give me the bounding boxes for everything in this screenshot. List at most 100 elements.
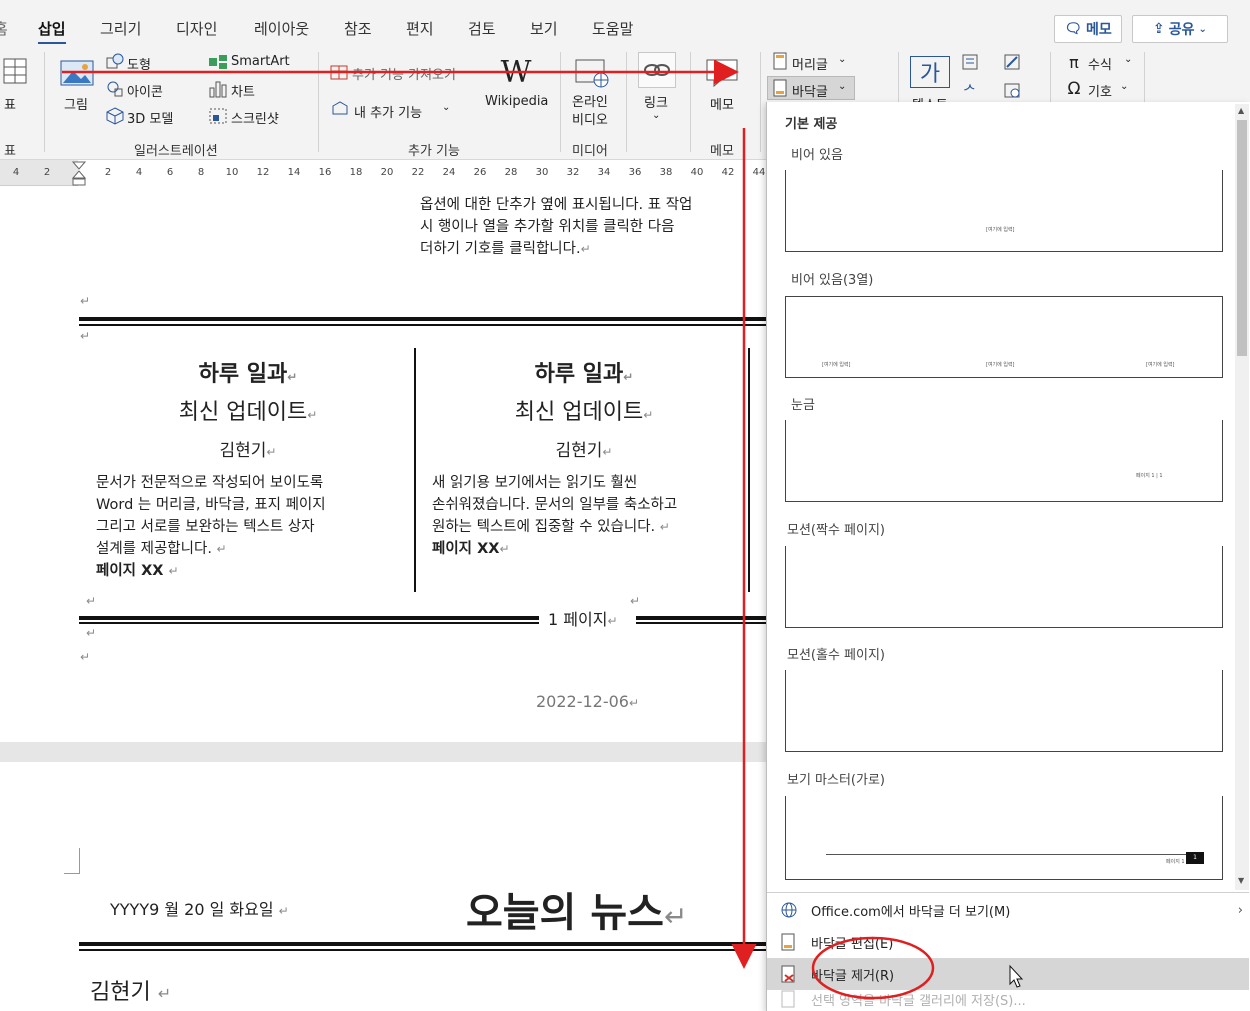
remove-footer[interactable]: 바닥글 제거(R) (767, 958, 1249, 990)
wordart-icon[interactable]: ᄼ (960, 80, 980, 101)
gallery-item-blank-3col[interactable]: [여기에 입력] [여기에 입력] [여기에 입력] (785, 296, 1223, 378)
gallery-item-label: 비어 있음(3열) (791, 273, 874, 288)
document-page[interactable]: 옵션에 대한 단추가 옆에 표시됩니다. 표 작업 시 행이나 열을 추가할 위… (0, 186, 766, 742)
header-rule (79, 942, 766, 946)
quick-parts-icon[interactable] (960, 52, 980, 72)
symbol-button[interactable]: 기호 (1088, 81, 1112, 100)
edit-footer[interactable]: 바닥글 편집(E) (767, 926, 1249, 958)
ruler-tick-label: 42 (721, 167, 735, 178)
chevron-down-icon[interactable]: ⌄ (1124, 54, 1132, 65)
ruler-tick-label: 6 (166, 167, 174, 178)
column-divider (414, 348, 416, 592)
chevron-right-icon: › (1237, 902, 1243, 918)
3d-models-button[interactable]: 3D 모델 (127, 108, 173, 127)
gallery-item-blank[interactable]: [여기에 입력] (785, 170, 1223, 252)
shapes-button[interactable]: 도형 (127, 54, 151, 73)
gallery-item-motion-odd[interactable] (785, 670, 1223, 752)
wikipedia-icon[interactable]: W (496, 55, 536, 90)
tab-layout[interactable]: 레이아웃 (254, 18, 309, 39)
tab-review[interactable]: 검토 (468, 18, 496, 39)
page-number-rule-left (79, 616, 539, 620)
tab-help[interactable]: 도움말 (592, 18, 633, 39)
wikipedia-button[interactable]: Wikipedia (485, 94, 548, 109)
my-addins-icon[interactable] (330, 100, 350, 118)
ruler-tick-label: 14 (287, 167, 301, 178)
picture-button-label: 그림 (64, 98, 88, 113)
chevron-down-icon[interactable]: ⌄ (652, 110, 660, 121)
shapes-icon[interactable] (106, 53, 124, 71)
page-number: 1 페이지 (548, 610, 608, 629)
save-gallery-icon (767, 990, 811, 1008)
tab-view[interactable]: 보기 (530, 18, 558, 39)
column-title: 하루 일과 (198, 362, 288, 387)
get-addins-button[interactable]: 추가 기능 가져오기 (352, 64, 456, 83)
gallery-item-view-master[interactable]: 페이지 1 | 1 1 (785, 796, 1223, 880)
scrollbar-thumb[interactable] (1237, 120, 1247, 356)
table-icon[interactable] (2, 56, 28, 86)
date-time-icon[interactable] (1002, 80, 1022, 100)
picture-icon[interactable] (58, 56, 96, 90)
tab-draw[interactable]: 그리기 (100, 18, 141, 39)
column-subtitle: 최신 업데이트 (514, 400, 644, 425)
new-comment-icon[interactable] (702, 56, 742, 88)
tab-design[interactable]: 디자인 (176, 18, 217, 39)
share-icon: ⇪ (1153, 21, 1165, 37)
body-line: 문서가 전문적으로 작성되어 보이도록 (96, 475, 324, 491)
tab-partial[interactable]: 홈 (0, 18, 8, 39)
chevron-down-icon[interactable]: ⌄ (838, 54, 846, 65)
page-number-rule-right (636, 622, 766, 624)
gallery-scrollbar[interactable]: ▲ ▼ (1235, 104, 1249, 890)
online-video-icon[interactable] (572, 56, 612, 88)
column-author: 김현기 (219, 441, 267, 461)
chevron-down-icon[interactable]: ⌄ (442, 102, 450, 113)
scroll-down-icon[interactable]: ▼ (1238, 876, 1244, 885)
screenshot-icon[interactable] (208, 107, 228, 125)
cube-icon[interactable] (106, 107, 124, 125)
textbox-icon[interactable]: 가 (910, 56, 950, 88)
link-icon[interactable] (638, 52, 676, 88)
chart-icon[interactable] (208, 80, 228, 98)
indent-marker-icon[interactable] (72, 160, 86, 186)
tab-insert[interactable]: 삽입 (38, 18, 66, 45)
footer-gallery-dropdown[interactable]: 기본 제공 비어 있음 [여기에 입력] 비어 있음(3열) [여기에 입력] … (766, 102, 1250, 1011)
header-button[interactable]: 머리글 (792, 54, 828, 73)
smartart-button[interactable]: SmartArt (231, 54, 290, 69)
gallery-item-motion-even[interactable] (785, 546, 1223, 628)
header-date: YYYY9 월 20 일 화요일 (110, 900, 274, 919)
ruler-tick-label: 2 (43, 167, 51, 178)
scroll-up-icon[interactable]: ▲ (1238, 106, 1244, 115)
share-button[interactable]: ⇪ 공유 ⌄ (1132, 15, 1228, 43)
smartart-icon[interactable] (208, 53, 228, 71)
chevron-down-icon[interactable]: ⌄ (1120, 81, 1128, 92)
link-button[interactable]: 링크 (644, 92, 668, 111)
tab-mailings[interactable]: 편지 (406, 18, 434, 39)
omega-icon[interactable]: Ω (1064, 79, 1084, 99)
chart-button[interactable]: 차트 (231, 81, 255, 100)
screenshot-button[interactable]: 스크린샷 (231, 108, 279, 127)
save-selection-to-gallery[interactable]: 선택 영역을 바닥글 갤러리에 저장(S)... (767, 990, 1249, 1011)
equation-icon[interactable]: π (1064, 52, 1084, 72)
ruler-tick-label: 10 (225, 167, 239, 178)
new-comment-button[interactable]: 메모 (710, 94, 734, 113)
online-video-button[interactable]: 온라인 비디오 (572, 94, 608, 130)
paragraph-mark: ↵ (630, 594, 641, 608)
signature-icon[interactable] (1002, 52, 1022, 72)
tab-references[interactable]: 참조 (344, 18, 372, 39)
comments-button[interactable]: 🗨 메모 (1054, 15, 1122, 43)
footer-column-2-body: 새 읽기용 보기에서는 읽기도 훨씬 손쉬워졌습니다. 문서의 일부를 축소하고… (432, 472, 677, 560)
icons-button[interactable]: 아이콘 (127, 81, 163, 100)
horizontal-ruler[interactable]: 4 2 2 4 6 8 10 12 14 16 18 20 22 24 26 28 30 32 34 36 38 40 42… (0, 160, 766, 186)
equation-button[interactable]: 수식 (1088, 54, 1112, 73)
body-line: 그리고 서로를 보완하는 텍스트 상자 (96, 519, 315, 535)
header-icon[interactable] (772, 52, 788, 70)
document-page-2[interactable]: YYYY9 월 20 일 화요일 ↵ 오늘의 뉴스↵ 김현기 ↵ (0, 762, 766, 1011)
paragraph-line: 옵션에 대한 단추가 옆에 표시됩니다. 표 작업 (420, 197, 693, 213)
page-number-rule-right (636, 616, 766, 620)
divider (690, 52, 691, 152)
divider (44, 52, 45, 152)
my-addins-button[interactable]: 내 추가 기능 (354, 102, 422, 121)
more-footers-online[interactable]: Office.com에서 바닥글 더 보기(M) › (767, 894, 1249, 926)
icons-icon[interactable] (106, 80, 124, 98)
store-icon[interactable] (330, 62, 348, 80)
gallery-item-grid[interactable]: 페이지 1 | 1 (785, 420, 1223, 502)
